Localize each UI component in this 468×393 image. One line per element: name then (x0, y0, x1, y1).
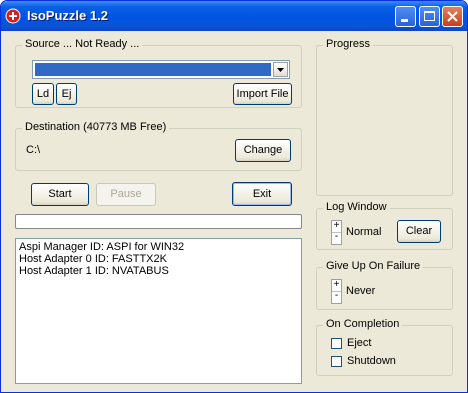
clear-button[interactable]: Clear (397, 220, 441, 243)
minimize-button[interactable] (395, 6, 416, 27)
log-window-group: Log Window + - Normal Clear (316, 201, 453, 250)
log-line: Aspi Manager ID: ASPI for WIN32 (19, 241, 185, 253)
import-file-button[interactable]: Import File (233, 83, 292, 105)
log-level-value: Normal (346, 226, 382, 238)
destination-legend: Destination (40773 MB Free) (22, 121, 170, 133)
drive-select-dropdown[interactable] (273, 62, 288, 77)
chevron-down-icon (277, 68, 284, 72)
eject-button[interactable]: Ej (56, 83, 77, 105)
log-list[interactable]: Aspi Manager ID: ASPI for WIN32 Host Ada… (15, 238, 302, 384)
completion-group: On Completion Eject Shutdown (316, 318, 453, 376)
pause-button[interactable]: Pause (96, 183, 156, 206)
spin-down-button[interactable]: - (332, 291, 341, 302)
client-area: Source ... Not Ready ... Ld Ej Import Fi… (5, 31, 463, 388)
progress-legend: Progress (323, 38, 374, 50)
drive-select[interactable] (32, 60, 290, 79)
give-up-spinner[interactable]: + - (331, 279, 342, 304)
progress-group: Progress (316, 38, 453, 196)
destination-path: C:\ (26, 144, 41, 156)
start-button[interactable]: Start (31, 183, 89, 206)
maximize-button[interactable] (419, 6, 440, 27)
destination-group: Destination (40773 MB Free) C:\ Change (15, 121, 302, 171)
eject-label: Eject (347, 337, 372, 349)
drive-select-value (35, 63, 271, 76)
give-up-group: Give Up On Failure + - Never (316, 260, 453, 310)
minimize-icon (401, 19, 408, 22)
source-legend: Source ... Not Ready ... (22, 38, 143, 50)
load-button[interactable]: Ld (32, 83, 54, 105)
completion-legend: On Completion (323, 318, 403, 330)
shutdown-label: Shutdown (347, 355, 396, 367)
app-window: IsoPuzzle 1.2 Source ... Not Ready ... L… (0, 0, 468, 393)
exit-button[interactable]: Exit (232, 182, 292, 206)
log-level-spinner[interactable]: + - (331, 220, 342, 245)
close-icon (447, 11, 458, 22)
log-line: Host Adapter 1 ID: NVATABUS (19, 265, 169, 277)
spin-down-button[interactable]: - (332, 232, 341, 243)
give-up-value: Never (346, 285, 376, 297)
eject-checkbox[interactable] (331, 338, 342, 349)
source-group: Source ... Not Ready ... Ld Ej Import Fi… (15, 38, 302, 108)
shutdown-checkbox[interactable] (331, 356, 342, 367)
title-bar[interactable]: IsoPuzzle 1.2 (1, 1, 467, 31)
progress-bar (15, 214, 302, 229)
log-window-legend: Log Window (323, 201, 390, 213)
close-button[interactable] (442, 6, 463, 27)
maximize-icon (424, 11, 435, 21)
log-line: Host Adapter 0 ID: FASTTX2K (19, 253, 167, 265)
change-button[interactable]: Change (235, 139, 291, 162)
give-up-legend: Give Up On Failure (323, 260, 424, 272)
app-icon (5, 8, 21, 24)
window-title: IsoPuzzle 1.2 (27, 8, 108, 23)
